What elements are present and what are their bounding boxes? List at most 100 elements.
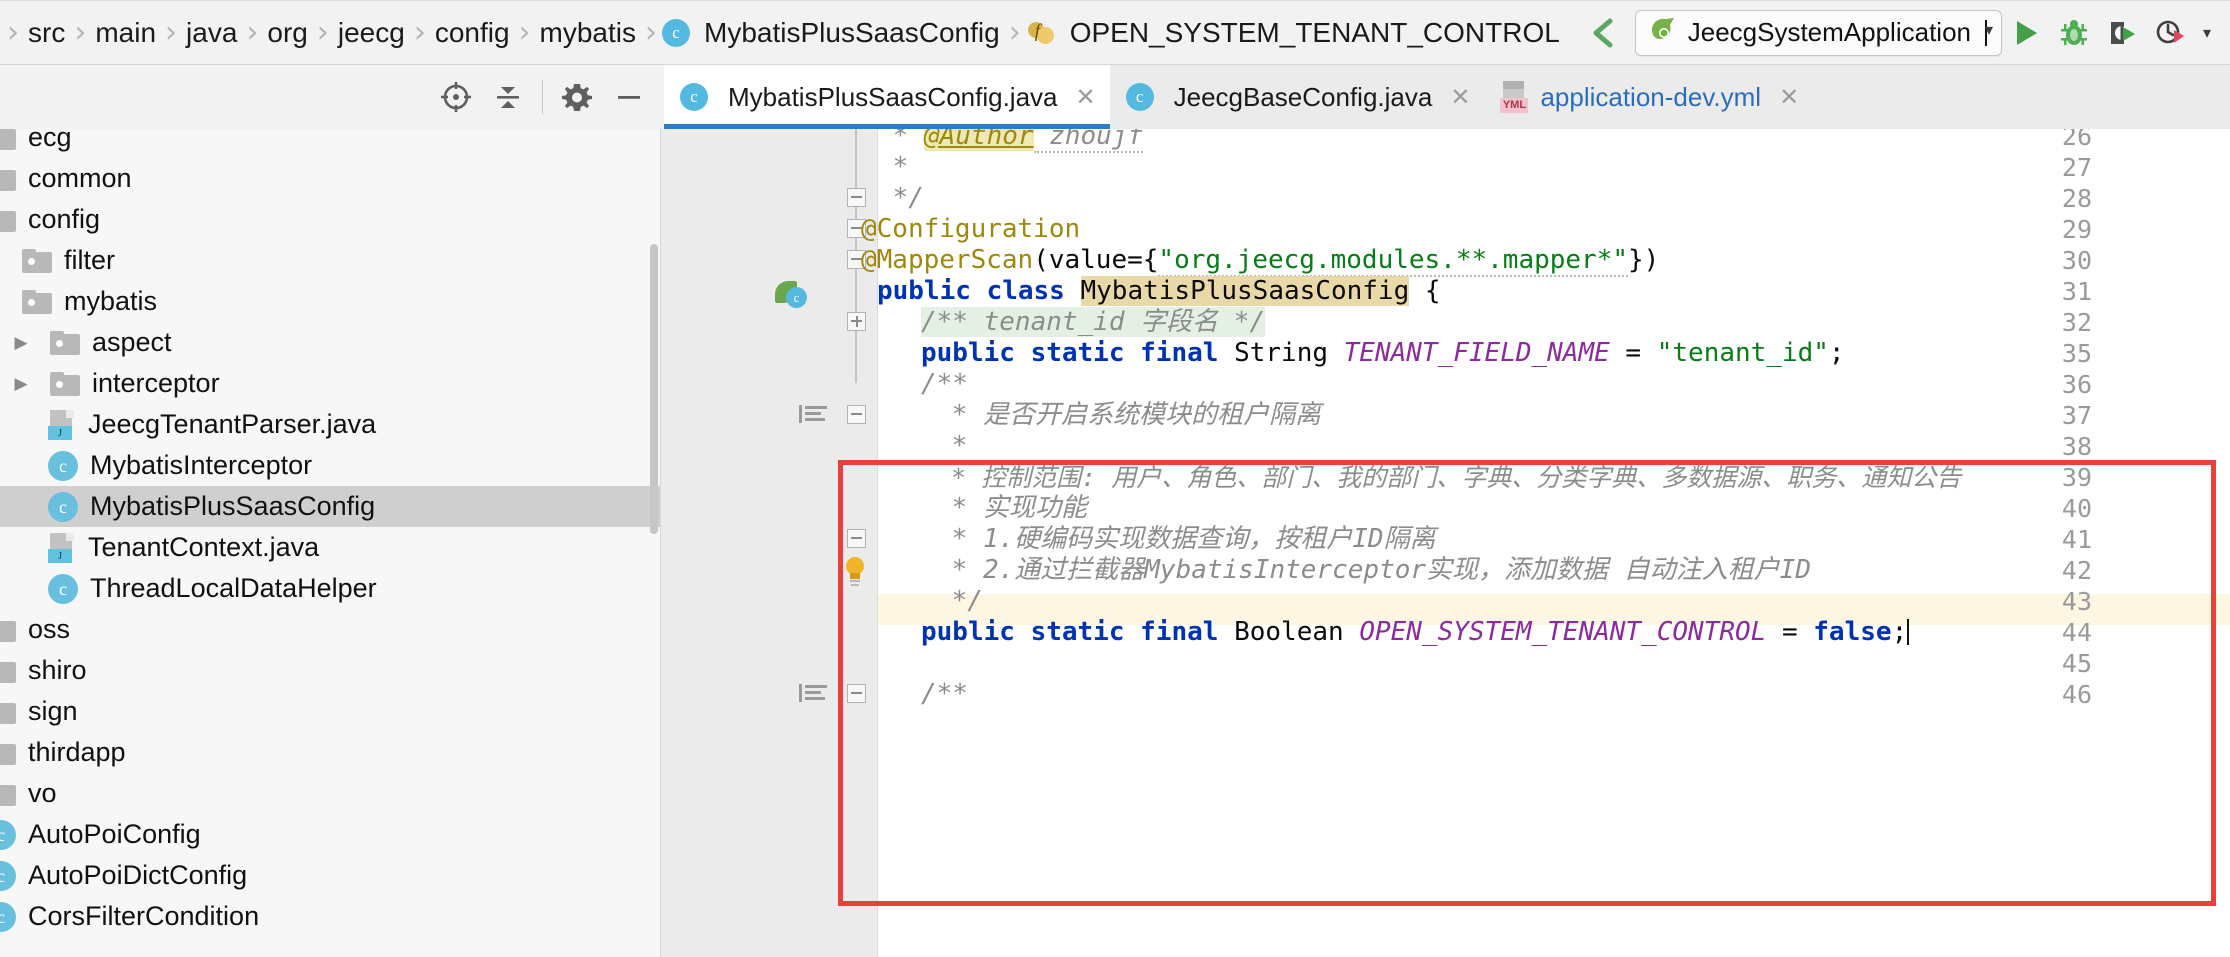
code-line-28[interactable]: */: [877, 183, 924, 214]
tab-jeecgbaseconfig[interactable]: JeecgBaseConfig.java ✕: [1110, 65, 1485, 129]
code-line-44[interactable]: public static final Boolean OPEN_SYSTEM_…: [921, 617, 1910, 648]
tree-item-filter[interactable]: filter: [0, 240, 660, 281]
code-line-26[interactable]: * @Author zhoujf: [877, 129, 1144, 153]
tree-item-autopoidictconfig[interactable]: AutoPoiDictConfig: [0, 855, 660, 896]
tree-item-oss[interactable]: oss: [0, 609, 660, 650]
editor-scrollbar[interactable]: [2220, 129, 2230, 957]
tree-item-label: TenantContext.java: [88, 532, 320, 562]
fold-collapse-marker[interactable]: [843, 185, 869, 211]
gear-icon[interactable]: [551, 65, 603, 129]
breadcrumb-item-field[interactable]: f OPEN_SYSTEM_TENANT_CONTROL: [1026, 17, 1564, 49]
breadcrumb-item-jeecg[interactable]: jeecg: [334, 17, 409, 49]
tree-item-common[interactable]: common: [0, 158, 660, 199]
code-line-46[interactable]: /**: [921, 679, 968, 710]
fold-collapse-marker[interactable]: [843, 526, 869, 552]
code-token: /** tenant_id 字段名 */: [921, 307, 1266, 337]
line-number: 45: [2061, 649, 2092, 678]
tree-item-ecg[interactable]: ecg: [0, 129, 660, 158]
minus-icon[interactable]: [603, 65, 655, 129]
intention-bulb-icon[interactable]: [841, 557, 869, 587]
code-line-30[interactable]: @MapperScan(value={"org.jeecg.modules.**…: [861, 245, 1660, 277]
override-marker-icon[interactable]: [799, 403, 829, 429]
code-token: public class: [877, 276, 1081, 306]
close-icon[interactable]: ✕: [1076, 83, 1096, 112]
spring-bean-gutter-icon[interactable]: [775, 279, 809, 309]
back-arrow-icon[interactable]: [1581, 11, 1625, 55]
code-line-39[interactable]: * 控制范围: 用户、角色、部门、我的部门、字典、分类字典、多数据源、职务、通知…: [936, 462, 1961, 493]
code-token: * 控制范围: 用户、角色、部门、我的部门、字典、分类字典、多数据源、职务、通知…: [936, 463, 1962, 492]
tree-item-config[interactable]: config: [0, 199, 660, 240]
run-with-coverage-button[interactable]: [2098, 9, 2146, 57]
breadcrumb-item-main[interactable]: main: [91, 17, 160, 49]
tree-item-vo[interactable]: vo: [0, 773, 660, 814]
code-token: * 是否开启系统模块的租户隔离: [936, 400, 1321, 430]
breadcrumb-item-java[interactable]: java: [182, 17, 241, 49]
code-line-37[interactable]: * 是否开启系统模块的租户隔离: [936, 400, 1321, 431]
code-line-36[interactable]: /**: [921, 369, 968, 400]
breadcrumb-label: config: [434, 16, 510, 48]
tree-item-aspect[interactable]: ▶ aspect: [0, 322, 660, 363]
breadcrumb-separator: ›: [316, 15, 329, 50]
fold-collapse-marker[interactable]: [843, 402, 869, 428]
tree-item-tenantcontext[interactable]: J TenantContext.java: [0, 527, 660, 568]
tree-item-mybatis[interactable]: mybatis: [0, 281, 660, 322]
code-line-38[interactable]: *: [936, 431, 968, 462]
code-line-27[interactable]: *: [877, 152, 909, 183]
code-token: "tenant_id": [1656, 338, 1829, 368]
code-line-40[interactable]: * 实现功能: [936, 493, 1087, 524]
close-icon[interactable]: ✕: [1450, 83, 1470, 112]
breadcrumb-item-class[interactable]: MybatisPlusSaasConfig: [662, 17, 1004, 49]
run-configuration-selector[interactable]: JeecgSystemApplication ▾: [1634, 9, 2002, 56]
editor-toolbar-row: MybatisPlusSaasConfig.java ✕ JeecgBaseCo…: [0, 65, 2230, 130]
tree-item-autopoiconfig[interactable]: AutoPoiConfig: [0, 814, 660, 855]
chevron-right-icon[interactable]: ▶: [8, 322, 34, 363]
chevron-right-icon[interactable]: ▶: [8, 363, 34, 404]
code-line-31[interactable]: public class MybatisPlusSaasConfig {: [877, 276, 1441, 307]
tab-application-dev-yml[interactable]: YML application-dev.yml ✕: [1484, 65, 1813, 129]
code-line-41[interactable]: * 1.硬编码实现数据查询，按租户ID隔离: [936, 524, 1436, 555]
tab-mybatisplussaasconfig[interactable]: MybatisPlusSaasConfig.java ✕: [664, 65, 1110, 129]
override-marker-icon[interactable]: [799, 682, 829, 708]
tree-item-label: config: [28, 204, 101, 234]
toolbar-overflow-caret-icon[interactable]: ▾: [2194, 9, 2220, 57]
chevron-down-icon: ▾: [1985, 19, 1993, 46]
code-line-42[interactable]: * 2.通过拦截器MybatisInterceptor实现，添加数据 自动注入租…: [936, 555, 1811, 586]
tree-item-interceptor[interactable]: ▶ interceptor: [0, 363, 660, 404]
breadcrumb-item-mybatis[interactable]: mybatis: [536, 17, 640, 49]
tree-item-mybatisinterceptor[interactable]: MybatisInterceptor: [0, 445, 660, 486]
crosshair-target-icon[interactable]: [430, 65, 482, 129]
code-line-43[interactable]: */: [936, 586, 983, 617]
tree-item-thirdapp[interactable]: thirdapp: [0, 732, 660, 773]
project-tree[interactable]: ecg common config filter mybatis ▶ aspec…: [0, 129, 661, 957]
fold-expand-marker[interactable]: [843, 309, 869, 335]
folder-icon: [0, 208, 16, 232]
sidebar-scrollbar[interactable]: [650, 244, 658, 534]
folder-icon: [0, 700, 16, 724]
close-icon[interactable]: ✕: [1779, 83, 1799, 112]
code-token: }): [1628, 245, 1660, 275]
tree-item-label: MybatisInterceptor: [90, 450, 313, 480]
run-toolbar: JeecgSystemApplication ▾ ▾: [1575, 9, 2230, 57]
breadcrumb-item-src[interactable]: src: [24, 17, 69, 49]
tree-item-jeecgtenantparser[interactable]: J JeecgTenantParser.java: [0, 404, 660, 445]
java-file-icon: J: [48, 532, 76, 563]
code-token: * 2.通过拦截器MybatisInterceptor实现，添加数据 自动注入租…: [936, 555, 1811, 585]
code-token: */: [877, 183, 924, 213]
code-line-32[interactable]: /** tenant_id 字段名 */: [921, 307, 1266, 338]
tree-item-threadlocaldatahelper[interactable]: ThreadLocalDataHelper: [0, 568, 660, 609]
tree-item-mybatisplussaasconfig[interactable]: MybatisPlusSaasConfig: [0, 486, 660, 527]
code-editor[interactable]: 26 27 28 29 30 31 32 35 36 37 38 39 40 4…: [661, 129, 2230, 957]
code-line-35[interactable]: public static final String TENANT_FIELD_…: [921, 338, 1845, 369]
profiler-button[interactable]: [2146, 9, 2194, 57]
tree-item-shiro[interactable]: shiro: [0, 650, 660, 691]
folder-icon: [0, 659, 16, 683]
run-button[interactable]: [2002, 9, 2050, 57]
breadcrumb-item-config[interactable]: config: [431, 17, 514, 49]
tree-item-corsfiltercondition[interactable]: CorsFilterCondition: [0, 896, 660, 937]
fold-collapse-marker[interactable]: [843, 681, 869, 707]
breadcrumb-item-org[interactable]: org: [263, 17, 311, 49]
tree-item-sign[interactable]: sign: [0, 691, 660, 732]
code-line-29[interactable]: @Configuration: [861, 214, 1080, 245]
debug-button[interactable]: [2050, 9, 2098, 57]
collapse-all-icon[interactable]: [482, 65, 534, 129]
